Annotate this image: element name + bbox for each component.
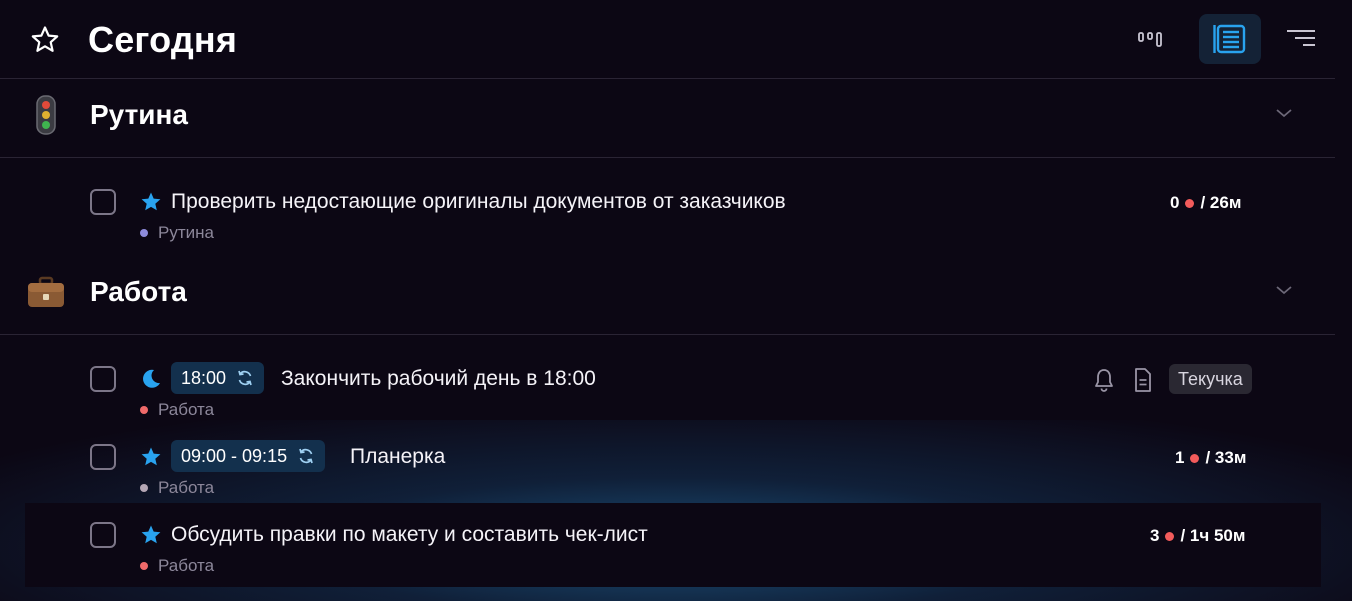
sort-filter-button[interactable]	[1270, 14, 1332, 64]
star-icon	[141, 525, 161, 544]
page-title: Сегодня	[88, 19, 238, 60]
project-color-dot	[140, 484, 148, 492]
divider	[0, 334, 1335, 335]
project-color-dot	[140, 406, 148, 414]
board-view-button[interactable]	[1121, 14, 1183, 64]
chevron-down-icon[interactable]	[1275, 107, 1293, 119]
pomodoro-stats: 3 / 1ч 50м	[1150, 525, 1245, 547]
time-chip[interactable]: 18:00	[171, 362, 265, 394]
star-outline-icon	[31, 26, 59, 52]
list-view-icon	[1213, 24, 1246, 54]
list-view-button[interactable]	[1199, 14, 1261, 64]
task-title: Проверить недостающие оригиналы документ…	[171, 190, 786, 213]
section-routine[interactable]: Рутина	[0, 77, 1335, 153]
pomodoro-count: 1	[1175, 448, 1185, 467]
task-row[interactable]: Проверить недостающие оригиналы документ…	[0, 168, 1335, 244]
time-spent: / 1ч 50м	[1180, 526, 1246, 545]
moon-icon	[143, 369, 160, 388]
task-project[interactable]: Рутина	[140, 222, 214, 244]
traffic-light-icon	[36, 95, 56, 135]
task-row[interactable]: 18:00 Закончить рабочий день в 18:00 Раб…	[0, 345, 1335, 421]
divider	[0, 157, 1335, 158]
pomodoro-stats: 0 / 26м	[1170, 192, 1241, 214]
task-project[interactable]: Работа	[140, 477, 214, 499]
task-checkbox[interactable]	[90, 522, 116, 548]
task-row-selected[interactable]: Обсудить правки по макету и составить че…	[25, 503, 1321, 587]
chevron-down-icon[interactable]	[1275, 284, 1293, 296]
project-color-dot	[140, 562, 148, 570]
sort-filter-icon	[1287, 30, 1315, 46]
star-icon	[141, 447, 161, 466]
task-row[interactable]: 09:00 - 09:15 Планерка Работа 1 / 33м	[0, 423, 1335, 499]
project-color-dot	[140, 229, 148, 237]
pomodoro-dot-icon	[1185, 198, 1195, 208]
project-label: Работа	[158, 478, 215, 497]
repeat-icon	[299, 448, 313, 464]
time-spent: / 33м	[1205, 448, 1247, 467]
time-chip[interactable]: 09:00 - 09:15	[171, 440, 326, 472]
task-tag[interactable]: Текучка	[1169, 364, 1252, 394]
task-checkbox[interactable]	[90, 444, 116, 470]
time-spent: / 26м	[1200, 193, 1242, 212]
project-label: Работа	[158, 556, 215, 575]
task-project[interactable]: Работа	[140, 399, 214, 421]
note-icon[interactable]	[1133, 367, 1153, 393]
project-label: Работа	[158, 400, 215, 419]
star-icon	[141, 192, 161, 211]
task-title: Закончить рабочий день в 18:00	[281, 367, 596, 390]
pomodoro-count: 3	[1150, 526, 1160, 545]
section-title: Рутина	[90, 99, 188, 130]
time-label: 18:00	[181, 368, 227, 388]
section-title: Работа	[90, 276, 187, 307]
board-view-icon	[1138, 32, 1162, 47]
time-label: 09:00 - 09:15	[181, 446, 288, 466]
page-header: Сегодня	[0, 0, 1352, 78]
task-project[interactable]: Работа	[140, 555, 214, 577]
repeat-icon	[238, 370, 252, 386]
briefcase-icon	[28, 276, 64, 307]
project-label: Рутина	[158, 223, 214, 242]
bell-icon[interactable]	[1093, 367, 1115, 393]
task-checkbox[interactable]	[90, 189, 116, 215]
pomodoro-count: 0	[1170, 193, 1180, 212]
pomodoro-dot-icon	[1190, 453, 1200, 463]
section-work[interactable]: Работа	[0, 254, 1335, 330]
task-title: Обсудить правки по макету и составить че…	[171, 523, 648, 546]
pomodoro-stats: 1 / 33м	[1175, 447, 1246, 469]
pomodoro-dot-icon	[1165, 531, 1175, 541]
task-title: Планерка	[350, 445, 446, 468]
task-checkbox[interactable]	[90, 366, 116, 392]
